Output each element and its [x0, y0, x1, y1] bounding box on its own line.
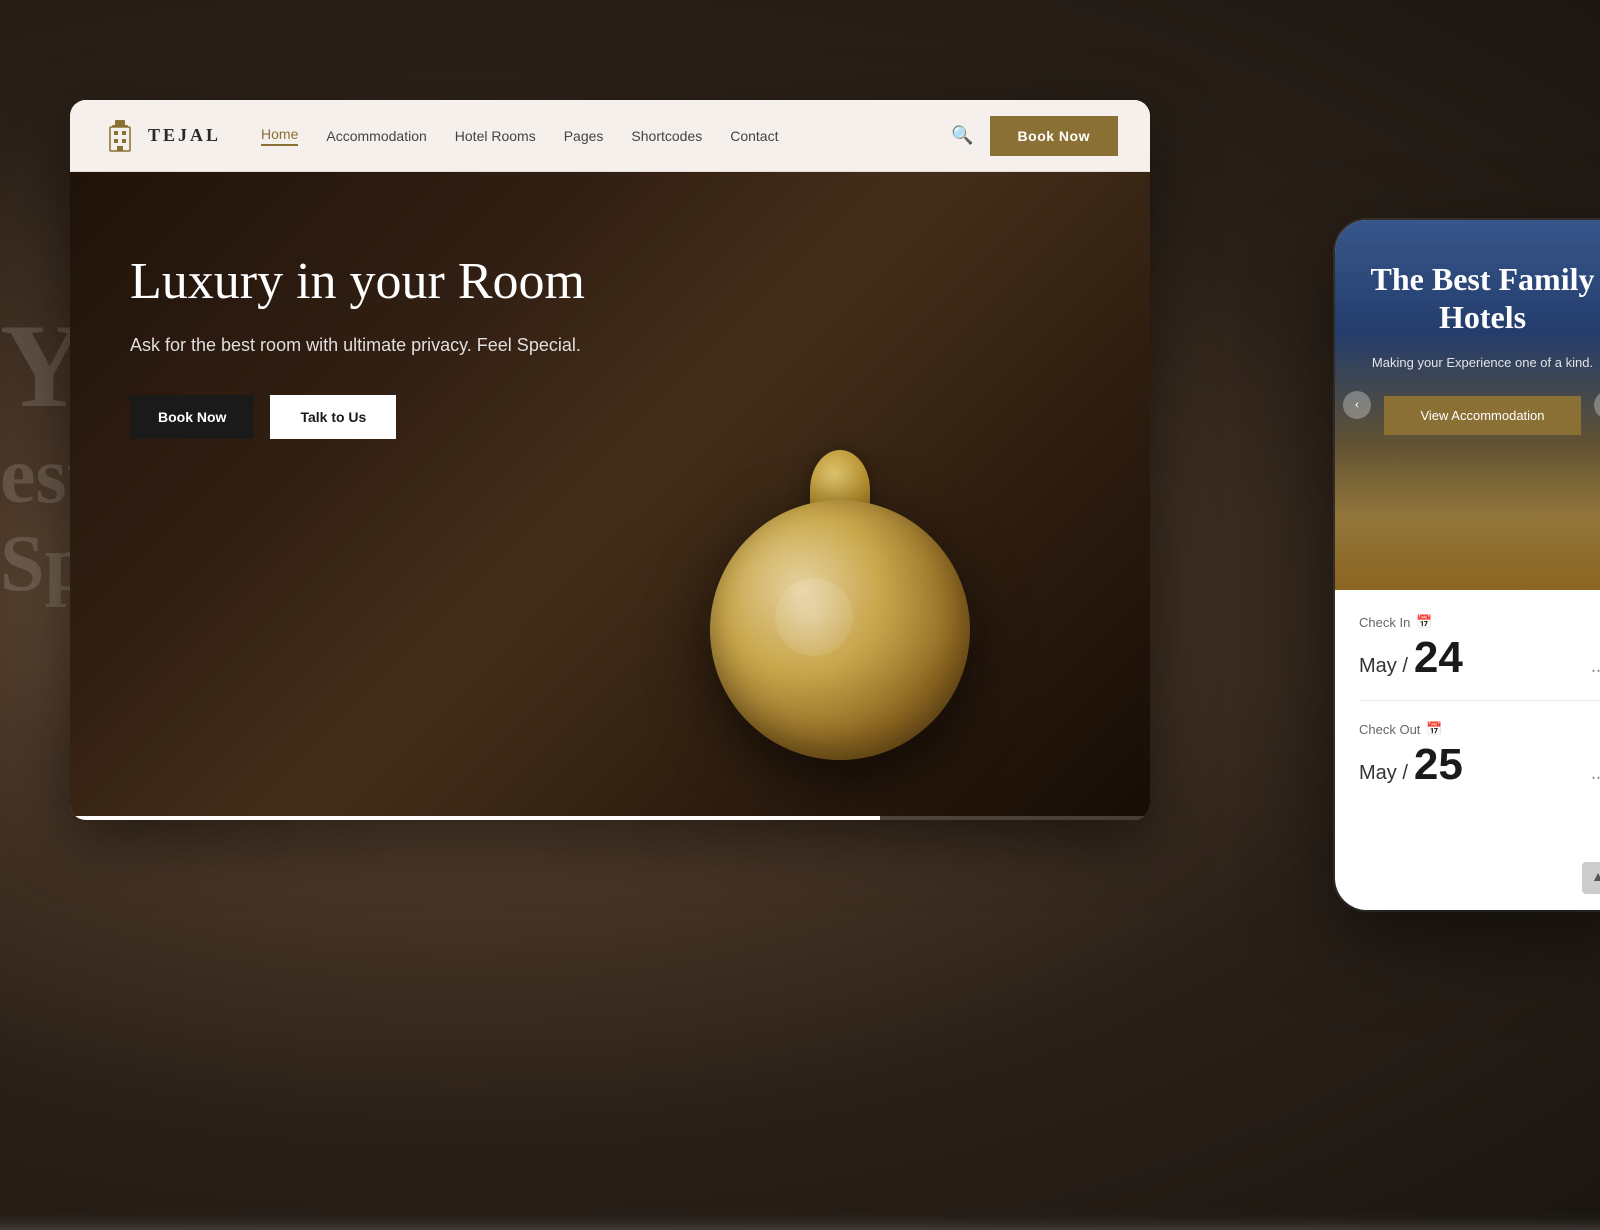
checkout-label: Check Out 📅 — [1359, 721, 1600, 737]
checkout-field: Check Out 📅 May / 25 ... — [1359, 721, 1600, 787]
checkout-label-text: Check Out — [1359, 722, 1420, 737]
checkout-day: 25 — [1414, 743, 1463, 787]
search-icon[interactable]: 🔍 — [951, 125, 973, 146]
phone-prev-button[interactable]: ‹ — [1343, 391, 1371, 419]
phone-next-button[interactable]: › — [1594, 391, 1600, 419]
checkout-calendar-icon: 📅 — [1426, 721, 1442, 737]
bell-visual — [650, 240, 1030, 820]
hero-subtitle: Ask for the best room with ultimate priv… — [130, 332, 585, 359]
checkin-date[interactable]: May / 24 — [1359, 636, 1463, 680]
hero-buttons: Book Now Talk to Us — [130, 395, 585, 439]
phone-carousel-nav: ‹ › — [1335, 391, 1600, 419]
hero-title: Luxury in your Room — [130, 252, 585, 312]
booking-widget: Check In 📅 May / 24 ... Check Out 📅 May … — [1335, 590, 1600, 811]
checkin-label-text: Check In — [1359, 615, 1410, 630]
progress-bar-container — [70, 816, 1150, 820]
checkin-day: 24 — [1414, 636, 1463, 680]
hero-talk-to-us-button[interactable]: Talk to Us — [270, 395, 396, 439]
hero-book-now-button[interactable]: Book Now — [130, 395, 254, 439]
nav-link-pages[interactable]: Pages — [564, 128, 604, 144]
building-icon — [102, 118, 138, 154]
checkin-label: Check In 📅 — [1359, 614, 1600, 630]
checkout-more-button[interactable]: ... — [1591, 762, 1600, 785]
scroll-to-top-button[interactable]: ▲ — [1582, 862, 1600, 894]
bell-reflection — [700, 570, 980, 690]
checkout-month: May / — [1359, 762, 1408, 785]
nav-link-hotel-rooms[interactable]: Hotel Rooms — [455, 128, 536, 144]
nav-link-home[interactable]: Home — [261, 126, 298, 146]
progress-bar-fill — [70, 816, 880, 820]
checkout-date[interactable]: May / 25 — [1359, 743, 1463, 787]
phone-hero-subtitle: Making your Experience one of a kind. — [1359, 353, 1600, 373]
navbar: TEJAL Home Accommodation Hotel Rooms Pag… — [70, 100, 1150, 172]
hero-section: Luxury in your Room Ask for the best roo… — [70, 172, 1150, 820]
hero-content: Luxury in your Room Ask for the best roo… — [130, 252, 585, 439]
book-now-button[interactable]: Book Now — [990, 116, 1118, 156]
nav-links: Home Accommodation Hotel Rooms Pages Sho… — [261, 126, 951, 146]
checkin-value-row: May / 24 ... — [1359, 636, 1600, 680]
nav-link-accommodation[interactable]: Accommodation — [326, 128, 426, 144]
checkin-field: Check In 📅 May / 24 ... — [1359, 614, 1600, 701]
mobile-phone: ‹ › The Best Family Hotels Making your E… — [1335, 220, 1600, 910]
nav-right: 🔍 Book Now — [951, 116, 1118, 156]
checkin-month: May / — [1359, 655, 1408, 678]
desktop-window: TEJAL Home Accommodation Hotel Rooms Pag… — [70, 100, 1150, 820]
nav-link-shortcodes[interactable]: Shortcodes — [631, 128, 702, 144]
checkout-value-row: May / 25 ... — [1359, 743, 1600, 787]
phone-hero-title: The Best Family Hotels — [1359, 260, 1600, 337]
phone-hero-image: ‹ › The Best Family Hotels Making your E… — [1335, 220, 1600, 590]
checkin-calendar-icon: 📅 — [1416, 614, 1432, 630]
logo-text: TEJAL — [148, 125, 221, 146]
checkin-more-button[interactable]: ... — [1591, 655, 1600, 678]
nav-link-contact[interactable]: Contact — [730, 128, 778, 144]
logo-area: TEJAL — [102, 118, 221, 154]
